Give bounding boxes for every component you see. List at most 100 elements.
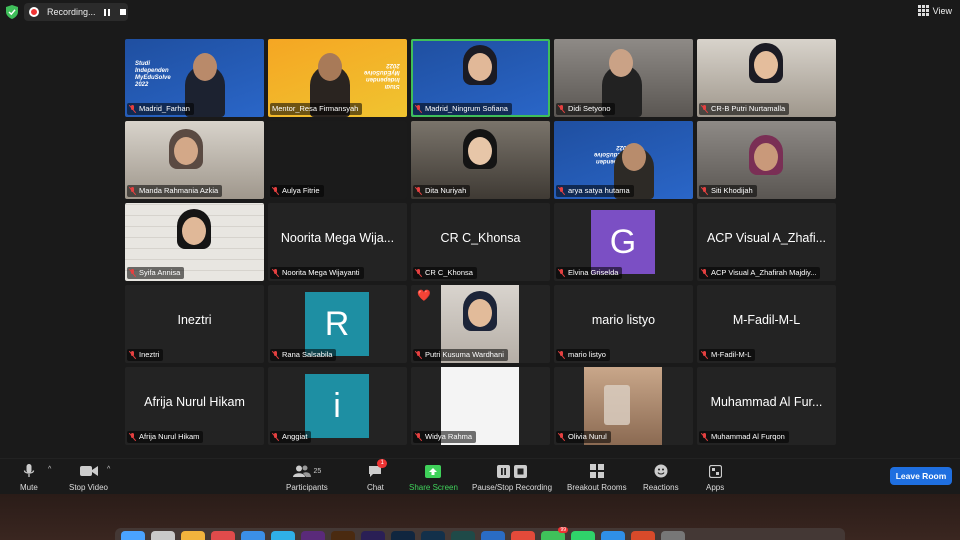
smiley-icon [654,462,668,480]
pause-recording-icon[interactable] [103,8,110,16]
participant-tile[interactable]: Afrija Nurul Hikam Afrija Nurul Hikam [125,367,264,445]
participant-name: Syifa Annisa [127,267,185,279]
participant-tile[interactable]: Ineztri Ineztri [125,285,264,363]
participant-name-text: Anggiat [282,432,308,441]
participant-tile[interactable]: ❤️ Putri Kusuma Wardhani [411,285,550,363]
participant-name: Ineztri [127,349,164,361]
app-icon[interactable] [451,531,475,540]
muted-mic-icon [701,433,708,441]
participant-name: Dita Nuriyah [413,185,471,197]
participant-tile[interactable]: Widya Rahma [411,367,550,445]
reactions-button[interactable]: Reactions [643,462,679,492]
participant-name-text: Madrid_Farhan [139,104,190,113]
trash-icon[interactable] [661,531,685,540]
share-screen-button[interactable]: Share Screen [409,462,458,492]
participant-tile[interactable]: i Anggiat [268,367,407,445]
participant-tile[interactable]: Dita Nuriyah [411,121,550,199]
muted-mic-icon [272,351,279,359]
participant-display-name: M-Fadil-M-L [732,313,801,327]
whatsapp-icon[interactable] [571,531,595,540]
muted-mic-icon [558,187,565,195]
participant-tile[interactable]: M-Fadil-M-L M-Fadil-M-L [697,285,836,363]
avatar: R [305,292,369,356]
zoom-icon[interactable] [601,531,625,540]
participant-name-text: Mentor_Resa Firmansyah [272,104,359,113]
participant-display-name: ACP Visual A_Zhafi... [706,231,827,245]
participant-tile[interactable]: R Rana Salsabila [268,285,407,363]
muted-mic-icon [129,433,136,441]
muted-mic-icon [415,433,422,441]
view-label: View [932,5,952,16]
powerpoint-icon[interactable] [631,531,655,540]
participant-name: Afrija Nurul Hikam [127,431,204,443]
participant-tile[interactable]: CR-B Putri Nurtamalla [697,39,836,117]
apps-button[interactable]: Apps [706,462,724,492]
participant-face [174,137,198,165]
stop-video-button[interactable]: Stop Video [69,462,108,492]
word-icon[interactable] [481,531,505,540]
app-icon[interactable] [211,531,235,540]
photoshop-icon[interactable] [391,531,415,540]
participant-tile[interactable]: Studi Independen MyEduSolve 2022 Mentor_… [268,39,407,117]
participant-display-name: Noorita Mega Wija... [280,231,395,245]
pause-stop-recording-button[interactable]: Pause/Stop Recording [472,462,552,492]
after-effects-icon[interactable] [361,531,385,540]
participant-name: M-Fadil-M-L [699,349,756,361]
participant-tile[interactable]: ACP Visual A_Zhafi... ACP Visual A_Zhafi… [697,203,836,281]
muted-mic-icon [272,269,279,277]
premiere-icon[interactable] [301,531,325,540]
participant-tile[interactable]: Noorita Mega Wija... Noorita Mega Wijaya… [268,203,407,281]
participant-name: CR C_Khonsa [413,267,477,279]
chevron-up-icon[interactable]: ^ [107,466,110,473]
view-button[interactable]: View [917,5,952,16]
participant-face [182,217,206,245]
illustrator-icon[interactable] [331,531,355,540]
finder-icon[interactable] [121,531,145,540]
app-icon[interactable] [271,531,295,540]
participant-display-name: CR C_Khonsa [440,231,521,245]
app-icon[interactable] [181,531,205,540]
participant-tile[interactable]: Studi Independen MyEduSolve 2022 Madrid_… [125,39,264,117]
participant-tile-active-speaker[interactable]: Madrid_Ningrum Sofiana [411,39,550,117]
microphone-icon [23,462,35,480]
chevron-up-icon[interactable]: ^ [48,466,51,473]
participant-name-text: Olivia Nurul [568,432,607,441]
participant-tile[interactable]: Studi Independen MyEduSolve 2022 arya sa… [554,121,693,199]
participant-tile[interactable]: Syifa Annisa [125,203,264,281]
muted-mic-icon [272,187,279,195]
leave-room-button[interactable]: Leave Room [890,467,952,485]
chat-unread-badge: 1 [377,459,387,468]
app-icon[interactable] [241,531,265,540]
video-camera-icon [79,462,98,480]
app-icon[interactable] [151,531,175,540]
participant-name-text: Aulya Fitrie [282,186,320,195]
chat-button[interactable]: 1 Chat [367,459,387,492]
participant-name: Elvina Griselda [556,267,623,279]
participant-tile[interactable]: Manda Rahmania Azkia [125,121,264,199]
breakout-rooms-button[interactable]: Breakout Rooms [567,462,627,492]
app-icon[interactable] [421,531,445,540]
participant-name-text: Didi Setyono [568,104,611,113]
participant-tile[interactable]: Didi Setyono [554,39,693,117]
participant-tile[interactable]: G Elvina Griselda [554,203,693,281]
messages-icon[interactable]: 99 [541,527,568,540]
participant-name-text: Muhammad Al Furqon [711,432,785,441]
participant-name-text: Dita Nuriyah [425,186,467,195]
participant-tile[interactable]: Olivia Nurul [554,367,693,445]
participant-tile[interactable]: Muhammad Al Fur... Muhammad Al Furqon [697,367,836,445]
macos-dock: 99 [115,527,845,540]
participant-name: Mentor_Resa Firmansyah [270,103,363,115]
participant-name-text: Siti Khodijah [711,186,753,195]
participant-tile[interactable]: CR C_Khonsa CR C_Khonsa [411,203,550,281]
participant-tile[interactable]: mario listyo mario listyo [554,285,693,363]
shield-icon[interactable] [6,5,18,19]
app-icon[interactable] [511,531,535,540]
participants-button[interactable]: 25 Participants [286,462,328,492]
participant-name: Madrid_Farhan [127,103,194,115]
participant-tile[interactable]: Aulya Fitrie [268,121,407,199]
stop-recording-icon[interactable] [119,9,126,15]
mute-button[interactable]: Mute [20,462,38,492]
participant-tile[interactable]: Siti Khodijah [697,121,836,199]
participant-face [468,53,492,81]
participant-display-name: Ineztri [177,313,212,327]
